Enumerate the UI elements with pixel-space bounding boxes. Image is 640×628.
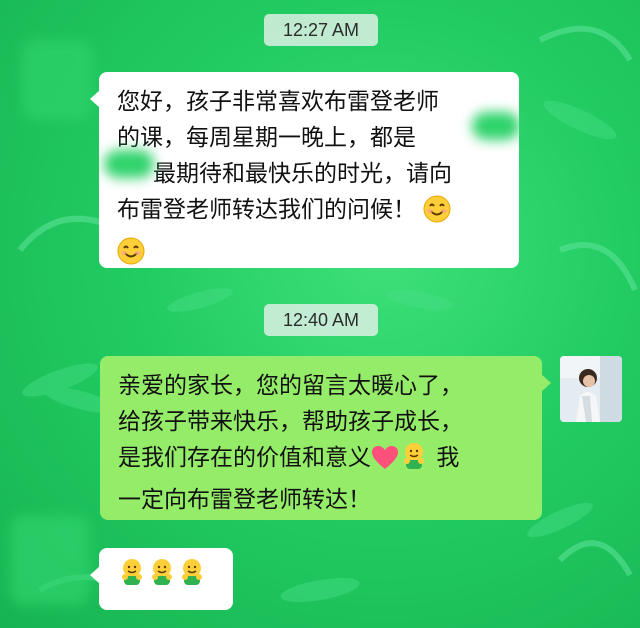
message-text-line: 是我们存在的价值和意义 我 [118,440,528,482]
contact-avatar-redacted[interactable] [22,40,92,120]
message-text-line: 最期待和最快乐的时光，请向 [153,161,452,187]
incoming-message-bubble[interactable] [90,548,233,610]
message-timestamp: 12:27 AM [264,14,378,46]
message-text-line: 一定向布雷登老师转达！ [118,487,371,513]
hug-icon [399,441,429,482]
message-text-line: 布雷登老师转达我们的问候！ [117,192,505,234]
hug-icon [147,557,177,598]
outgoing-message-bubble[interactable]: 亲爱的家长，您的留言太暖心了， 给孩子带来快乐，帮助孩子成长， 是我们存在的价值… [100,356,551,520]
hug-icon [177,557,207,598]
contact-avatar-redacted[interactable] [10,515,90,605]
message-text-line: 的课，每周星期一晚上，都是 [117,125,416,151]
redacted-text [104,150,154,178]
message-timestamp: 12:40 AM [264,304,378,336]
smiling-face-icon [423,195,451,234]
message-text-line: 您好，孩子非常喜欢布雷登老师 [117,89,439,115]
message-text-line: 亲爱的家长，您的留言太暖心了， [118,373,463,399]
message-text-line: 给孩子带来快乐，帮助孩子成长， [118,409,463,435]
redacted-text [472,112,520,140]
hug-icon [117,557,147,598]
incoming-message-bubble[interactable]: 您好，孩子非常喜欢布雷登老师 的课，每周星期一晚上，都是 最期待和最快乐的时光，… [90,72,519,268]
smiling-face-icon [117,237,145,276]
heart-icon [371,445,399,482]
message-text-line [117,234,505,276]
user-avatar[interactable] [560,356,622,422]
